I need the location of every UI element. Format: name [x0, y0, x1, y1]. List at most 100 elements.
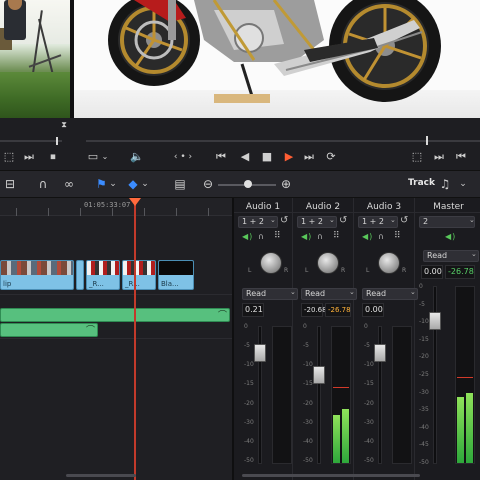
speaker-icon[interactable]: ◀) — [301, 232, 312, 241]
playhead-handle[interactable] — [129, 198, 141, 206]
headphones-icon[interactable]: ∩ — [317, 232, 323, 241]
clip-thumbnail — [159, 261, 193, 275]
ruler-timecode: 01:05:33:07 — [84, 201, 131, 209]
video-clip[interactable]: _R... — [122, 260, 156, 290]
play-icon[interactable]: ▶ — [282, 150, 296, 164]
flag-icon[interactable]: ⚑ — [96, 176, 107, 192]
skip-back-icon[interactable]: ⏮ — [454, 150, 468, 164]
fade-handle-icon[interactable]: ⌒ — [218, 308, 227, 321]
headphones-icon[interactable]: ∩ — [378, 232, 384, 241]
timeline-scrub-bar[interactable] — [86, 140, 480, 142]
zoom-out-icon[interactable]: ⊖ — [202, 176, 214, 192]
level-meter — [331, 326, 351, 464]
fader-scale-label: -10 — [244, 361, 254, 369]
playhead-line[interactable] — [134, 198, 136, 480]
music-note-icon[interactable]: ♫ — [438, 176, 452, 192]
headphones-icon[interactable]: ∩ — [258, 232, 264, 241]
track-separator — [0, 294, 232, 295]
pan-knob[interactable] — [260, 252, 282, 274]
video-clip[interactable]: lip — [0, 260, 74, 290]
track-label: Track — [408, 178, 435, 188]
speaker-icon[interactable]: ◀) — [445, 232, 456, 241]
loop-playback-icon[interactable]: ⟳ — [324, 150, 338, 164]
snapping-icon[interactable]: ∩ — [36, 176, 50, 192]
next-frame-icon[interactable]: ⏭ — [22, 150, 36, 164]
clip-label: Bla... — [161, 280, 179, 288]
audio-clip[interactable] — [0, 308, 230, 322]
audio-clip[interactable] — [0, 323, 98, 337]
source-viewer[interactable] — [0, 0, 70, 118]
speaker-icon[interactable]: ◀) — [362, 232, 373, 241]
pan-right-label: R — [402, 267, 407, 274]
meter-scale-label: -35 — [419, 406, 429, 414]
timeline-scrollbar[interactable] — [66, 474, 136, 477]
viewer-mode-icon[interactable]: ▭ — [86, 150, 100, 164]
chevron-down-icon[interactable]: ⌄ — [140, 176, 150, 192]
clip-thumbnail — [1, 261, 73, 275]
fader-handle[interactable] — [254, 344, 266, 362]
ruler-tick — [112, 208, 113, 216]
track-separator — [0, 338, 232, 339]
skip-forward-icon[interactable]: ⏭ — [432, 150, 446, 164]
fader-scale-label: -20 — [303, 399, 313, 407]
fader-handle[interactable] — [429, 312, 441, 330]
volume-icon[interactable]: 🔈 — [130, 150, 144, 164]
timeline-scrub-handle[interactable] — [426, 136, 428, 145]
channel-strip-audio-1: Audio 1 1 + 2 ⌄ ↺ ◀) ∩ ⠿ L R Read ⌄ 0.21… — [234, 198, 298, 480]
zoom-in-icon[interactable]: ⊕ — [280, 176, 292, 192]
channel-strip-audio-3: Audio 3 1 + 2 ⌄ ↺ ◀) ∩ ⠿ L R Read ⌄ 0.00… — [354, 198, 418, 480]
loop-icon[interactable]: ⬚ — [2, 150, 16, 164]
fader-scale-label: -50 — [364, 457, 374, 464]
fader-scale-label: -50 — [303, 457, 313, 464]
fade-handle-icon[interactable]: ⌒ — [86, 323, 95, 336]
stop-icon[interactable]: ⏹ — [46, 150, 60, 164]
reset-icon[interactable]: ↺ — [280, 215, 288, 226]
stop-button-icon[interactable]: ■ — [260, 150, 274, 164]
clip-label: lip — [3, 280, 12, 288]
timeline-viewer[interactable] — [74, 0, 480, 118]
speaker-icon[interactable]: ◀) — [242, 232, 253, 241]
pan-knob[interactable] — [378, 252, 400, 274]
pan-knob[interactable] — [317, 252, 339, 274]
link-icon[interactable]: ∞ — [62, 176, 76, 192]
go-to-end-icon[interactable]: ⏭ — [302, 150, 316, 164]
reset-icon[interactable]: ↺ — [400, 215, 408, 226]
mixer-scrollbar[interactable] — [242, 474, 420, 477]
marker-icon[interactable]: ◆ — [128, 176, 138, 192]
chevron-down-icon[interactable]: ⌄ — [100, 150, 110, 164]
channel-routing-select[interactable]: 2 — [419, 216, 475, 228]
audio-monitor-icon[interactable]: ⊟ — [2, 176, 18, 192]
timeline-ruler[interactable]: 01:05:33:07 — [0, 198, 232, 216]
fader-value[interactable]: 0.21 — [242, 303, 264, 317]
grid-icon[interactable]: ⠿ — [333, 231, 340, 241]
jog-control[interactable]: ‹ • › — [168, 150, 198, 164]
source-scrub-bar[interactable] — [0, 140, 62, 142]
timeline-panel[interactable]: 01:05:33:07 lip _R... _R... Bla... ⌒ ⌒ — [0, 198, 232, 480]
timeline-view-icon[interactable]: ▤ — [172, 176, 188, 192]
chevron-down-icon[interactable]: ⌄ — [108, 176, 118, 192]
video-clip-edge[interactable] — [76, 260, 84, 290]
fader-value[interactable]: -20.68 — [301, 303, 327, 317]
go-to-start-icon[interactable]: ⏮ — [214, 150, 228, 164]
fader-value[interactable]: 0.00 — [362, 303, 384, 317]
grid-icon[interactable]: ⠿ — [274, 231, 281, 241]
fader-handle[interactable] — [374, 344, 386, 362]
clip-loop-icon[interactable]: ⬚ — [410, 150, 424, 164]
fader-track[interactable] — [317, 326, 321, 464]
channel-name: Audio 2 — [305, 202, 341, 212]
grid-icon[interactable]: ⠿ — [394, 231, 401, 241]
peak-indicator — [333, 387, 349, 388]
level-value: -26.78 — [325, 303, 351, 317]
chevron-down-icon[interactable]: ⌄ — [458, 176, 468, 192]
clip-label: _R... — [125, 280, 140, 288]
fader-value[interactable]: 0.00 — [421, 265, 443, 279]
source-scrub-handle[interactable] — [56, 137, 58, 145]
reset-icon[interactable]: ↺ — [339, 215, 347, 226]
video-clip[interactable]: Bla... — [158, 260, 194, 290]
motorcycle-image — [108, 0, 441, 103]
video-clip[interactable]: _R... — [86, 260, 120, 290]
play-reverse-icon[interactable]: ◀ — [238, 150, 252, 164]
zoom-slider-handle[interactable] — [244, 180, 252, 188]
clip-thumbnail — [87, 261, 119, 275]
fader-handle[interactable] — [313, 366, 325, 384]
